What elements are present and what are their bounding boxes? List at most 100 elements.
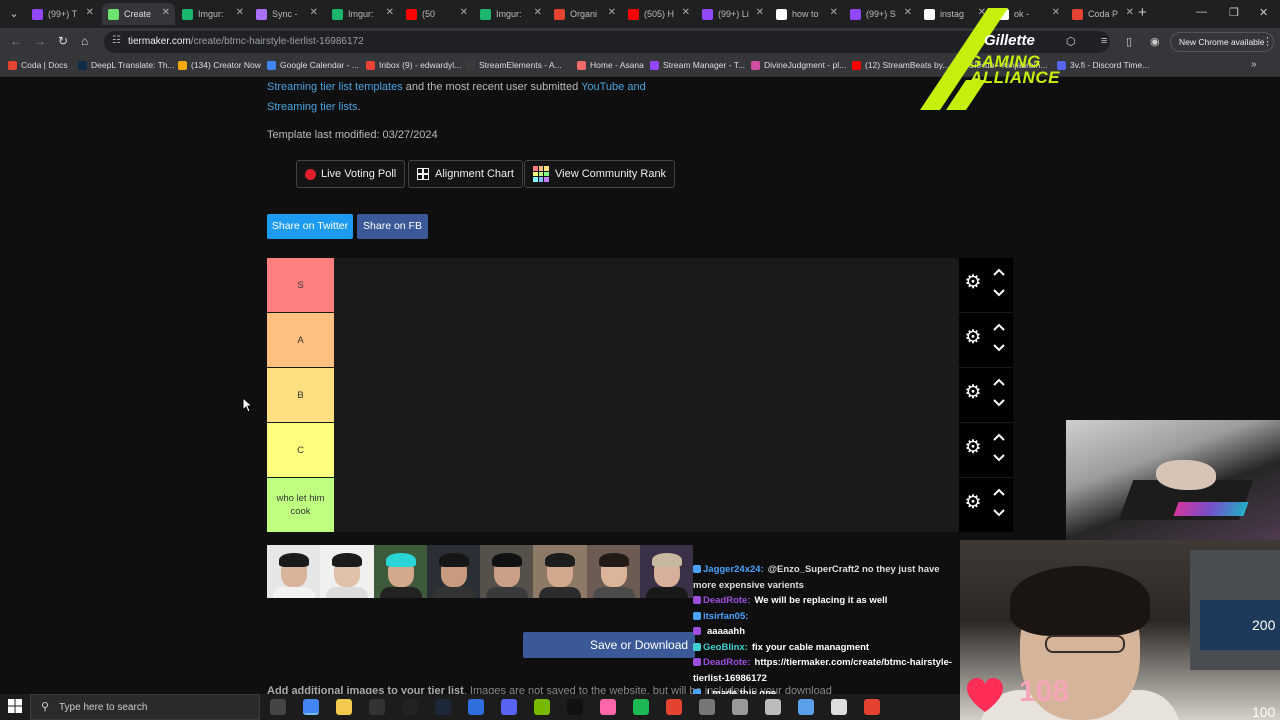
tab-search-icon[interactable]: ⌄ <box>4 4 24 24</box>
side-panel-icon[interactable]: ▯ <box>1126 35 1132 48</box>
browser-tab[interactable]: Imgur: ✕ <box>326 3 399 25</box>
browser-tab[interactable]: Imgur: ✕ <box>474 3 547 25</box>
tab-close-icon[interactable]: ✕ <box>904 7 912 18</box>
minimize-icon[interactable]: — <box>1196 6 1207 18</box>
gear-icon[interactable]: ⚙ <box>963 493 983 513</box>
windows-start-icon[interactable] <box>8 699 22 713</box>
bookmark-item[interactable]: Google Calendar - ... <box>267 60 359 70</box>
gear-icon[interactable]: ⚙ <box>963 273 983 293</box>
save-download-button[interactable]: Save or Download <box>523 632 695 658</box>
browser-tab[interactable]: Imgur: ✕ <box>176 3 249 25</box>
chevron-up-icon[interactable] <box>992 432 1006 442</box>
tab-close-icon[interactable]: ✕ <box>756 7 764 18</box>
browser-tab[interactable]: Coda P ✕ <box>1066 3 1139 25</box>
live-voting-poll-button[interactable]: Live Voting Poll <box>296 160 406 188</box>
tier-drop-zone[interactable] <box>334 423 959 477</box>
bookmark-item[interactable]: DeepL Translate: Th... <box>78 60 175 70</box>
chevron-up-icon[interactable] <box>992 377 1006 387</box>
task-view-icon[interactable] <box>270 699 286 715</box>
extension-icon[interactable]: ⬡ <box>1066 35 1076 48</box>
tier-label[interactable]: A <box>267 313 334 367</box>
osu-icon[interactable] <box>600 699 616 715</box>
tab-close-icon[interactable]: ✕ <box>830 7 838 18</box>
tool-icon[interactable] <box>666 699 682 715</box>
tab-close-icon[interactable]: ✕ <box>1126 7 1134 18</box>
tab-close-icon[interactable]: ✕ <box>310 7 318 18</box>
restore-icon[interactable]: ❐ <box>1229 6 1239 19</box>
nvidia-icon[interactable] <box>534 699 550 715</box>
bookmark-item[interactable]: Stream Manager - T... <box>650 60 745 70</box>
reload-button[interactable]: ↻ <box>58 34 68 48</box>
bookmark-item[interactable]: 3v.fi - Discord Time... <box>1057 60 1149 70</box>
chat-username[interactable]: DeadRote: <box>703 595 751 606</box>
tier-drop-zone[interactable] <box>334 368 959 422</box>
capcut-icon[interactable] <box>567 699 583 715</box>
chevron-up-icon[interactable] <box>992 267 1006 277</box>
tab-close-icon[interactable]: ✕ <box>682 7 690 18</box>
chevron-down-icon[interactable] <box>992 398 1006 408</box>
chevron-down-icon[interactable] <box>992 508 1006 518</box>
chrome-icon[interactable] <box>303 699 319 715</box>
streaming-tier-lists-link[interactable]: Streaming tier lists <box>267 101 357 113</box>
tier-label[interactable]: S <box>267 258 334 312</box>
lock-icon[interactable] <box>732 699 748 715</box>
gear-icon[interactable]: ⚙ <box>963 438 983 458</box>
app-icon[interactable] <box>699 699 715 715</box>
taskbar-search-box[interactable]: ⚲ Type here to search <box>30 694 260 720</box>
browser-tab[interactable]: how to ✕ <box>770 3 843 25</box>
tier-image-item[interactable] <box>639 545 693 598</box>
tab-close-icon[interactable]: ✕ <box>608 7 616 18</box>
discord-icon[interactable] <box>501 699 517 715</box>
tab-close-icon[interactable]: ✕ <box>86 7 94 18</box>
media-controls-icon[interactable]: ≡ <box>1101 35 1107 47</box>
tier-drop-zone[interactable] <box>334 313 959 367</box>
share-facebook-button[interactable]: Share on FB <box>357 214 428 239</box>
home-button[interactable]: ⌂ <box>81 34 88 48</box>
bookmark-item[interactable]: (134) Creator Now <box>178 60 261 70</box>
tier-image-item[interactable] <box>586 545 640 598</box>
tab-close-icon[interactable]: ✕ <box>162 7 170 18</box>
tier-drop-zone[interactable] <box>334 258 959 312</box>
tier-image-item[interactable] <box>373 545 427 598</box>
chrome-update-button[interactable]: New Chrome available <box>1170 32 1274 52</box>
bookmark-item[interactable]: Inbox (9) - edwardyl... <box>366 60 461 70</box>
share-twitter-button[interactable]: Share on Twitter <box>267 214 353 239</box>
browser-tab[interactable]: (505) H ✕ <box>622 3 695 25</box>
chevron-up-icon[interactable] <box>992 322 1006 332</box>
tab-close-icon[interactable]: ✕ <box>236 7 244 18</box>
steam-icon[interactable] <box>435 699 451 715</box>
forward-button[interactable]: → <box>34 34 46 48</box>
chat-username[interactable]: Jagger24x24: <box>703 564 764 575</box>
chat-username[interactable]: DeadRote: <box>703 657 751 668</box>
new-tab-button[interactable]: + <box>1138 4 1147 21</box>
tier-image-item[interactable] <box>426 545 480 598</box>
tier-label[interactable]: who let him cook <box>267 478 334 532</box>
tier-image-item[interactable] <box>533 545 587 598</box>
chat-username[interactable]: GeoBlinx: <box>703 642 748 653</box>
vpn-icon[interactable] <box>468 699 484 715</box>
tier-image-item[interactable] <box>267 545 321 598</box>
browser-tab[interactable]: (99+) Li ✕ <box>696 3 769 25</box>
epic-games-icon[interactable] <box>402 699 418 715</box>
tier-image-item[interactable] <box>320 545 374 598</box>
browser-icon[interactable] <box>765 699 781 715</box>
tier-image-item[interactable] <box>480 545 534 598</box>
youtube-streaming-link[interactable]: YouTube and <box>581 81 646 93</box>
tab-close-icon[interactable]: ✕ <box>534 7 542 18</box>
tab-close-icon[interactable]: ✕ <box>460 7 468 18</box>
tier-drop-zone[interactable] <box>334 478 959 532</box>
bookmark-item[interactable]: Coda | Docs <box>8 60 68 70</box>
obs-icon[interactable] <box>369 699 385 715</box>
chevron-down-icon[interactable] <box>992 453 1006 463</box>
cloud-icon[interactable] <box>798 699 814 715</box>
more-bookmarks-icon[interactable]: » <box>1251 59 1257 70</box>
back-button[interactable]: ← <box>10 34 22 48</box>
browser-menu-icon[interactable]: ⋮ <box>1262 35 1273 48</box>
bookmark-item[interactable]: StreamElements - A... <box>466 60 562 70</box>
browser-tab[interactable]: (99+) S ✕ <box>844 3 917 25</box>
browser-tab[interactable]: (99+) T ✕ <box>26 3 99 25</box>
browser-tab[interactable]: Sync - ✕ <box>250 3 323 25</box>
browser-tab[interactable]: Create ✕ <box>102 3 175 25</box>
bookmark-item[interactable]: Home - Asana <box>577 60 644 70</box>
close-window-icon[interactable]: ✕ <box>1259 6 1268 19</box>
